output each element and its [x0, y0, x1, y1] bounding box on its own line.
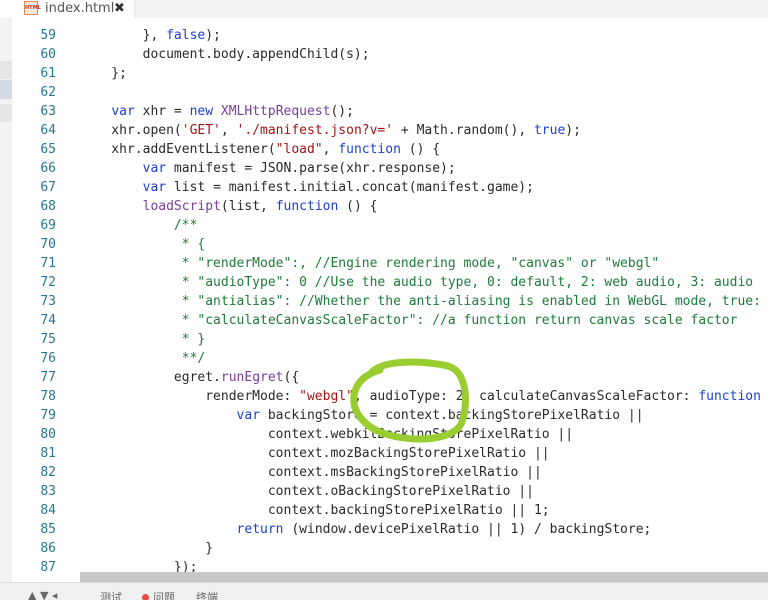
- error-dot-icon: [142, 594, 149, 600]
- line-number: 60: [40, 47, 56, 62]
- line-number: 87: [40, 560, 56, 575]
- line-number: 77: [40, 370, 56, 385]
- code-editor[interactable]: 59 60 61 62 63 64 65 66 67 68 69 70 71 72 73 74 75 76 77 78…: [12, 18, 768, 578]
- code-line[interactable]: * }: [80, 330, 206, 349]
- tab-index-html[interactable]: HTML index.html ✖: [0, 0, 135, 18]
- line-number: 61: [40, 66, 56, 81]
- code-line[interactable]: renderMode: "webgl", audioType: 2, calcu…: [80, 387, 768, 406]
- line-number: 75: [40, 332, 56, 347]
- code-line[interactable]: var backingStore = context.backingStoreP…: [80, 406, 644, 425]
- tab-bar: HTML index.html ✖: [0, 0, 768, 18]
- code-line[interactable]: **/: [80, 349, 206, 368]
- code-line[interactable]: * "audioType": 0 //Use the audio type, 0…: [80, 273, 753, 292]
- strip-marker-active: [0, 80, 12, 99]
- strip-marker: [0, 61, 12, 79]
- line-number: 79: [40, 408, 56, 423]
- code-line[interactable]: xhr.open('GET', './manifest.json?v=' + M…: [80, 121, 581, 140]
- line-number: 86: [40, 541, 56, 556]
- line-number: 67: [40, 180, 56, 195]
- line-number: 62: [40, 85, 56, 100]
- close-icon[interactable]: ✖: [114, 0, 125, 17]
- line-number: 81: [40, 446, 56, 461]
- html-file-icon: HTML: [24, 1, 41, 15]
- status-bar: ▲ ▼ ◂ 测试 问题 终端: [0, 582, 768, 600]
- code-line[interactable]: egret.runEgret({: [80, 368, 299, 387]
- line-number: 78: [40, 389, 56, 404]
- line-number: 85: [40, 522, 56, 537]
- code-line[interactable]: context.oBackingStorePixelRatio ||: [80, 482, 534, 501]
- line-number: 84: [40, 503, 56, 518]
- line-number: 72: [40, 275, 56, 290]
- code-line[interactable]: * "renderMode":, //Engine rendering mode…: [80, 254, 659, 273]
- activity-strip: [0, 18, 12, 599]
- tab-title: index.html: [45, 1, 115, 16]
- code-line[interactable]: var manifest = JSON.parse(xhr.response);: [80, 159, 456, 178]
- line-number: 66: [40, 161, 56, 176]
- status-item-nav[interactable]: ▲ ▼ ◂: [28, 589, 57, 600]
- status-item-problems[interactable]: 问题: [142, 589, 175, 600]
- code-line[interactable]: };: [80, 64, 127, 83]
- line-number: 64: [40, 123, 56, 138]
- code-line[interactable]: var xhr = new XMLHttpRequest();: [80, 102, 354, 121]
- code-line[interactable]: context.msBackingStorePixelRatio ||: [80, 463, 542, 482]
- code-line[interactable]: * "antialias": //Whether the anti-aliasi…: [80, 292, 768, 311]
- strip-marker: [0, 104, 12, 122]
- line-number: 83: [40, 484, 56, 499]
- line-number: 74: [40, 313, 56, 328]
- status-item-test[interactable]: 测试: [100, 589, 122, 600]
- line-number: 59: [40, 28, 56, 43]
- code-line[interactable]: * "calculateCanvasScaleFactor": //a func…: [80, 311, 738, 330]
- line-number-gutter: 59 60 61 62 63 64 65 66 67 68 69 70 71 72 73 74 75 76 77 78…: [12, 18, 68, 578]
- code-line[interactable]: * {: [80, 235, 206, 254]
- line-number: 65: [40, 142, 56, 157]
- line-number: 80: [40, 427, 56, 442]
- code-line[interactable]: /**: [80, 216, 198, 235]
- code-line[interactable]: document.body.appendChild(s);: [80, 45, 370, 64]
- code-line[interactable]: return (window.devicePixelRatio || 1) / …: [80, 520, 652, 539]
- code-line[interactable]: }: [80, 539, 213, 558]
- code-line[interactable]: xhr.addEventListener("load", function ()…: [80, 140, 440, 159]
- code-area[interactable]: }, false); document.body.appendChild(s);…: [80, 18, 768, 578]
- line-number: 69: [40, 218, 56, 233]
- line-number: 63: [40, 104, 56, 119]
- code-line[interactable]: context.webkitBackingStorePixelRatio ||: [80, 425, 573, 444]
- line-number: 82: [40, 465, 56, 480]
- horizontal-scrollbar[interactable]: [80, 572, 768, 582]
- code-line[interactable]: var list = manifest.initial.concat(manif…: [80, 178, 534, 197]
- line-number: 68: [40, 199, 56, 214]
- line-number: 76: [40, 351, 56, 366]
- status-item-terminal[interactable]: 终端: [196, 589, 218, 600]
- code-line[interactable]: context.backingStorePixelRatio || 1;: [80, 501, 550, 520]
- line-number: 71: [40, 256, 56, 271]
- code-line[interactable]: loadScript(list, function () {: [80, 197, 378, 216]
- line-number: 70: [40, 237, 56, 252]
- code-line[interactable]: context.mozBackingStorePixelRatio ||: [80, 444, 550, 463]
- code-line[interactable]: }, false);: [80, 26, 221, 45]
- line-number: 73: [40, 294, 56, 309]
